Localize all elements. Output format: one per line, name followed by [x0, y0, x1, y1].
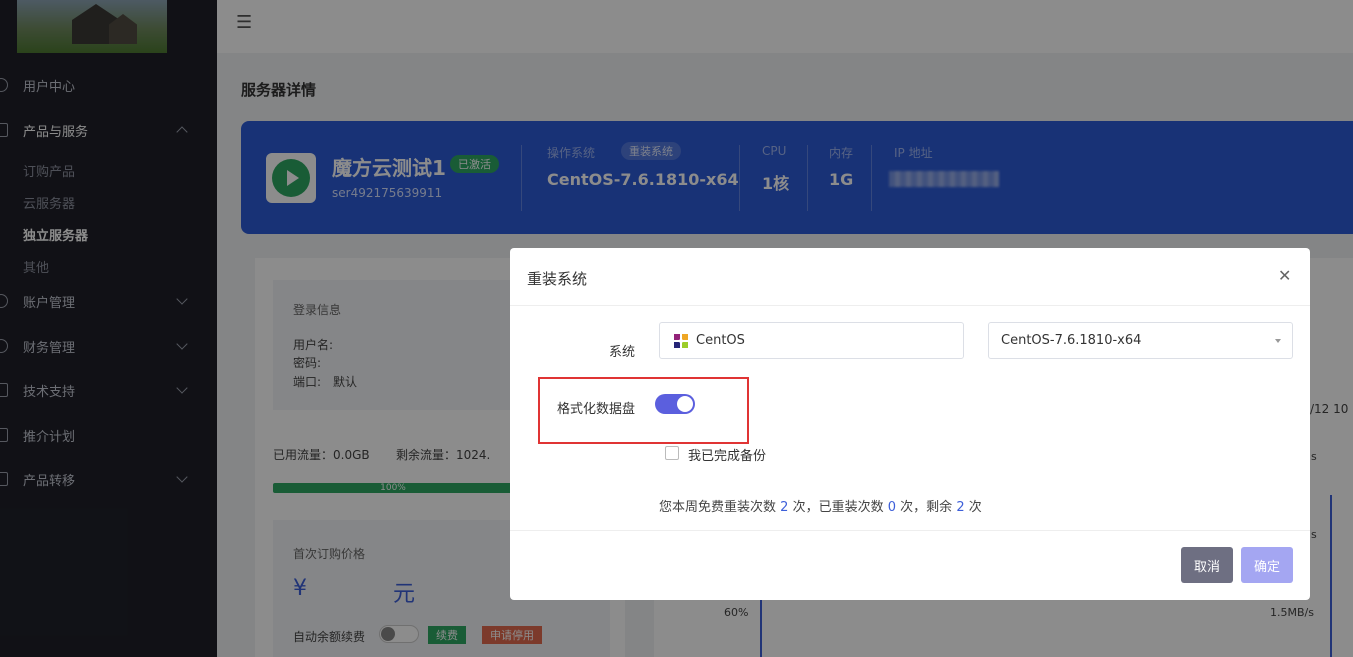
reinstall-quota-text: 您本周免费重装次数 2 次，已重装次数 0 次，剩余 2 次 [659, 500, 982, 515]
dialog-title: 重装系统 [527, 270, 588, 288]
cancel-button[interactable]: 取消 [1181, 547, 1233, 583]
os-family-select[interactable]: CentOS [659, 322, 964, 359]
system-label: 系统 [609, 345, 636, 360]
caret-down-icon [1275, 339, 1281, 343]
reinstall-dialog: 重装系统 ✕ 系统 CentOS CentOS-7.6.1810-x64 格式化… [510, 248, 1310, 600]
os-family-value: CentOS [696, 333, 745, 348]
format-disk-label: 格式化数据盘 [557, 402, 636, 417]
centos-icon [674, 334, 688, 348]
backup-checkbox-label[interactable]: 我已完成备份 [688, 445, 766, 464]
format-disk-toggle[interactable] [655, 394, 695, 414]
os-version-select[interactable]: CentOS-7.6.1810-x64 [988, 322, 1293, 359]
close-icon[interactable]: ✕ [1278, 266, 1291, 285]
backup-checkbox[interactable] [665, 446, 679, 460]
os-version-value: CentOS-7.6.1810-x64 [1001, 333, 1142, 348]
confirm-button[interactable]: 确定 [1241, 547, 1293, 583]
